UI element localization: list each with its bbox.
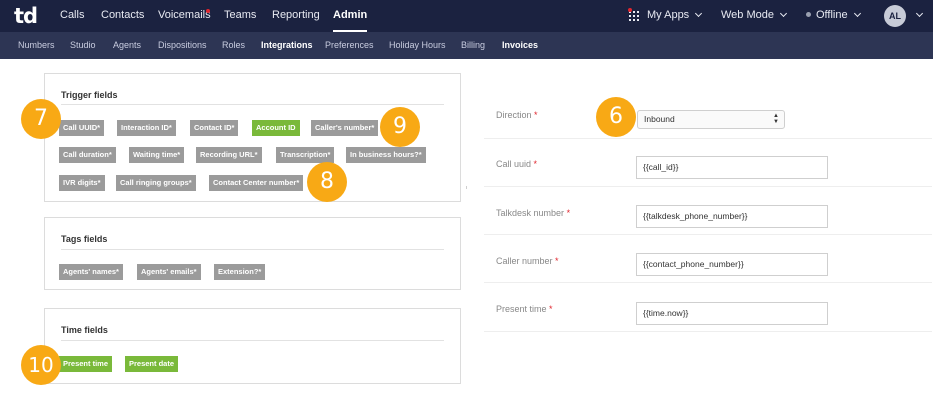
nav-calls[interactable]: Calls [60,0,84,32]
required-asterisk: * [549,304,553,314]
talkdesk-number-input[interactable]: {{talkdesk_phone_number}} [636,205,828,228]
my-apps-menu[interactable]: My Apps [647,0,703,32]
nav-contacts[interactable]: Contacts [101,0,144,32]
top-navigation-bar: td Calls Contacts Voicemails Teams Repor… [0,0,933,32]
callout-marker-9: 9 [380,107,420,147]
required-asterisk: * [555,256,559,266]
caller-number-input[interactable]: {{contact_phone_number}} [636,253,828,276]
panel-divider [61,249,444,250]
my-apps-label: My Apps [647,9,690,21]
user-avatar[interactable]: AL [884,5,906,27]
time-fields-panel [44,308,461,384]
subnav-holiday-hours[interactable]: Holiday Hours [389,32,446,59]
subnav-preferences[interactable]: Preferences [325,32,374,59]
subnav-invoices[interactable]: Invoices [502,32,538,59]
direction-label-text: Direction [496,110,532,120]
field-chip-call-duration[interactable]: Call duration* [59,147,116,163]
field-chip-callers-number[interactable]: Caller's number* [311,120,379,136]
account-menu-toggle[interactable] [910,0,924,32]
nav-admin[interactable]: Admin [333,0,368,32]
field-chip-present-time[interactable]: Present time [59,356,113,372]
chevron-down-icon [853,9,861,18]
nav-reporting[interactable]: Reporting [272,0,320,32]
required-asterisk: * [533,159,538,169]
panel-divider [61,340,444,341]
field-chip-recording-url[interactable]: Recording URL* [196,147,262,163]
form-divider [484,234,932,235]
select-arrows-icon: ▲ ▼ [773,113,779,125]
field-chip-transcription[interactable]: Transcription* [276,147,335,163]
nav-teams[interactable]: Teams [224,0,256,32]
form-divider [484,138,932,139]
web-mode-menu[interactable]: Web Mode [721,0,788,32]
chevron-down-icon [695,9,703,18]
talkdesk-number-label-text: Talkdesk number [496,208,565,218]
present-time-label-text: Present time [496,304,547,314]
caller-number-label-text: Caller number [496,256,553,266]
call-uuid-label: Call uuid * [496,159,537,169]
present-time-label: Present time * [496,304,553,314]
form-divider [484,331,932,332]
field-chip-account-id[interactable]: Account ID [252,120,300,136]
chevron-down-icon [779,9,788,18]
status-dot-icon [806,12,811,17]
field-chip-contact-center-number[interactable]: Contact Center number* [209,175,304,191]
chevron-down-icon [915,9,924,18]
field-chip-call-uuid[interactable]: Call UUID* [59,120,105,136]
callout-marker-10: 10 [21,345,61,385]
field-chip-extension[interactable]: Extension?* [214,264,266,280]
required-asterisk: * [566,208,571,218]
field-chip-agents-names[interactable]: Agents' names* [59,264,123,280]
subnav-dispositions[interactable]: Dispositions [158,32,207,59]
voicemail-notification-dot [206,9,210,13]
talkdesk-logo[interactable]: td [14,4,38,28]
status-label: Offline [816,9,848,21]
callout-marker-6: 6 [596,97,636,137]
direction-select-value: Inbound [644,114,675,124]
panel-divider [61,104,444,105]
caller-number-label: Caller number * [496,256,559,266]
subnav-numbers[interactable]: Numbers [18,32,55,59]
tags-fields-title: Tags fields [61,234,108,244]
field-chip-waiting-time[interactable]: Waiting time* [129,147,185,163]
time-fields-title: Time fields [61,325,108,335]
subnav-agents[interactable]: Agents [113,32,141,59]
status-menu[interactable]: Offline [806,0,861,32]
field-chip-present-date[interactable]: Present date [125,356,179,372]
callout-marker-7: 7 [21,99,61,139]
present-time-input[interactable]: {{time.now}} [636,302,828,325]
direction-select[interactable]: Inbound ▲ ▼ [637,110,785,129]
admin-subnavigation: Numbers Studio Agents Dispositions Roles… [0,32,933,59]
required-asterisk: * [534,110,538,120]
callout-marker-8: 8 [307,162,347,202]
talkdesk-number-label: Talkdesk number * [496,208,570,218]
field-chip-agents-emails[interactable]: Agents' emails* [137,264,201,280]
apps-grid-icon[interactable] [629,11,639,21]
subnav-integrations[interactable]: Integrations [261,32,313,59]
form-divider [484,186,932,187]
subnav-billing[interactable]: Billing [461,32,485,59]
call-uuid-input[interactable]: {{call_id}} [636,156,828,179]
field-chip-interaction-id[interactable]: Interaction ID* [117,120,176,136]
nav-voicemails[interactable]: Voicemails [158,0,211,32]
field-chip-in-business-hours[interactable]: In business hours?* [346,147,426,163]
web-mode-label: Web Mode [721,9,774,21]
apps-notification-dot [628,8,632,12]
field-chip-ivr-digits[interactable]: IVR digits* [59,175,105,191]
form-divider [484,282,932,283]
call-uuid-label-text: Call uuid [496,159,532,169]
subnav-roles[interactable]: Roles [222,32,245,59]
trigger-fields-title: Trigger fields [61,90,118,100]
column-divider [466,186,467,189]
direction-label: Direction * [496,110,538,120]
subnav-studio[interactable]: Studio [70,32,96,59]
field-chip-contact-id[interactable]: Contact ID* [190,120,239,136]
field-chip-call-ringing-groups[interactable]: Call ringing groups* [116,175,196,191]
